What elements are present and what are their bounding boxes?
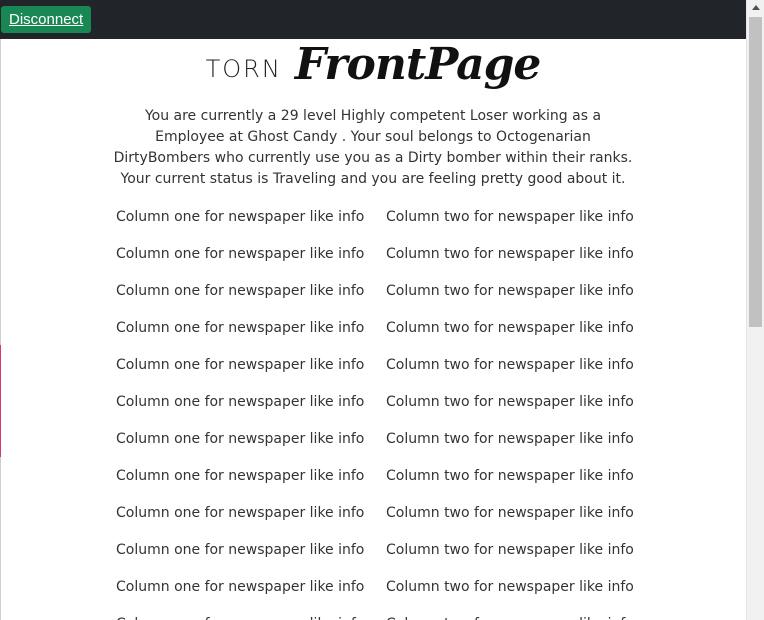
disconnect-button[interactable]: Disconnect [1,6,92,33]
title-main: FrontPage [294,39,541,90]
column-one-item: Column one for newspaper like info [116,246,365,262]
top-navbar: Disconnect [0,0,746,39]
column-one-item: Column one for newspaper like info [116,505,365,521]
column-one-item: Column one for newspaper like info [116,579,365,595]
column-row: Column one for newspaper like info Column… [0,421,746,458]
column-one-item: Column one for newspaper like info [116,394,365,410]
scrollbar-thumb[interactable] [749,17,762,327]
column-one-item: Column one for newspaper like info [116,209,365,225]
newspaper-columns: Column one for newspaper like info Column… [0,199,746,620]
column-row: Column one for newspaper like info Column… [0,606,746,620]
column-row: Column one for newspaper like info Column… [0,310,746,347]
scroll-up-arrow-icon[interactable] [752,5,760,10]
page-title: TORN FrontPage [0,39,746,103]
column-two-item: Column two for newspaper like info [386,283,634,299]
column-row: Column one for newspaper like info Column… [0,532,746,569]
page-viewport: Disconnect TORN FrontPage You are curren… [0,0,746,620]
column-one-item: Column one for newspaper like info [116,431,365,447]
column-one-item: Column one for newspaper like info [116,283,365,299]
column-row: Column one for newspaper like info Column… [0,347,746,384]
column-row: Column one for newspaper like info Column… [0,569,746,606]
column-two-item: Column two for newspaper like info [386,606,634,620]
column-two-item: Column two for newspaper like info [386,431,634,447]
column-one-item: Column one for newspaper like info [116,606,364,620]
title-prefix: TORN [205,54,282,83]
column-two-item: Column two for newspaper like info [386,357,634,373]
column-two-item: Column two for newspaper like info [386,209,634,225]
column-row: Column one for newspaper like info Column… [0,384,746,421]
column-row: Column one for newspaper like info Column… [0,458,746,495]
status-paragraph: You are currently a 29 level Highly comp… [113,108,633,187]
column-one-item: Column one for newspaper like info [116,320,365,336]
column-two-item: Column two for newspaper like info [386,394,634,410]
column-two-item: Column two for newspaper like info [386,505,634,521]
column-two-item: Column two for newspaper like info [386,468,634,484]
column-one-item: Column one for newspaper like info [116,542,365,558]
column-row: Column one for newspaper like info Column… [0,273,746,310]
column-row: Column one for newspaper like info Column… [0,236,746,273]
column-row: Column one for newspaper like info Column… [0,495,746,532]
column-two-item: Column two for newspaper like info [386,320,634,336]
column-two-item: Column two for newspaper like info [386,246,634,262]
column-one-item: Column one for newspaper like info [116,468,365,484]
column-two-item: Column two for newspaper like info [386,542,634,558]
column-one-item: Column one for newspaper like info [116,357,365,373]
column-two-item: Column two for newspaper like info [386,579,634,595]
column-row: Column one for newspaper like info Column… [0,199,746,236]
vertical-scrollbar[interactable] [746,0,764,620]
